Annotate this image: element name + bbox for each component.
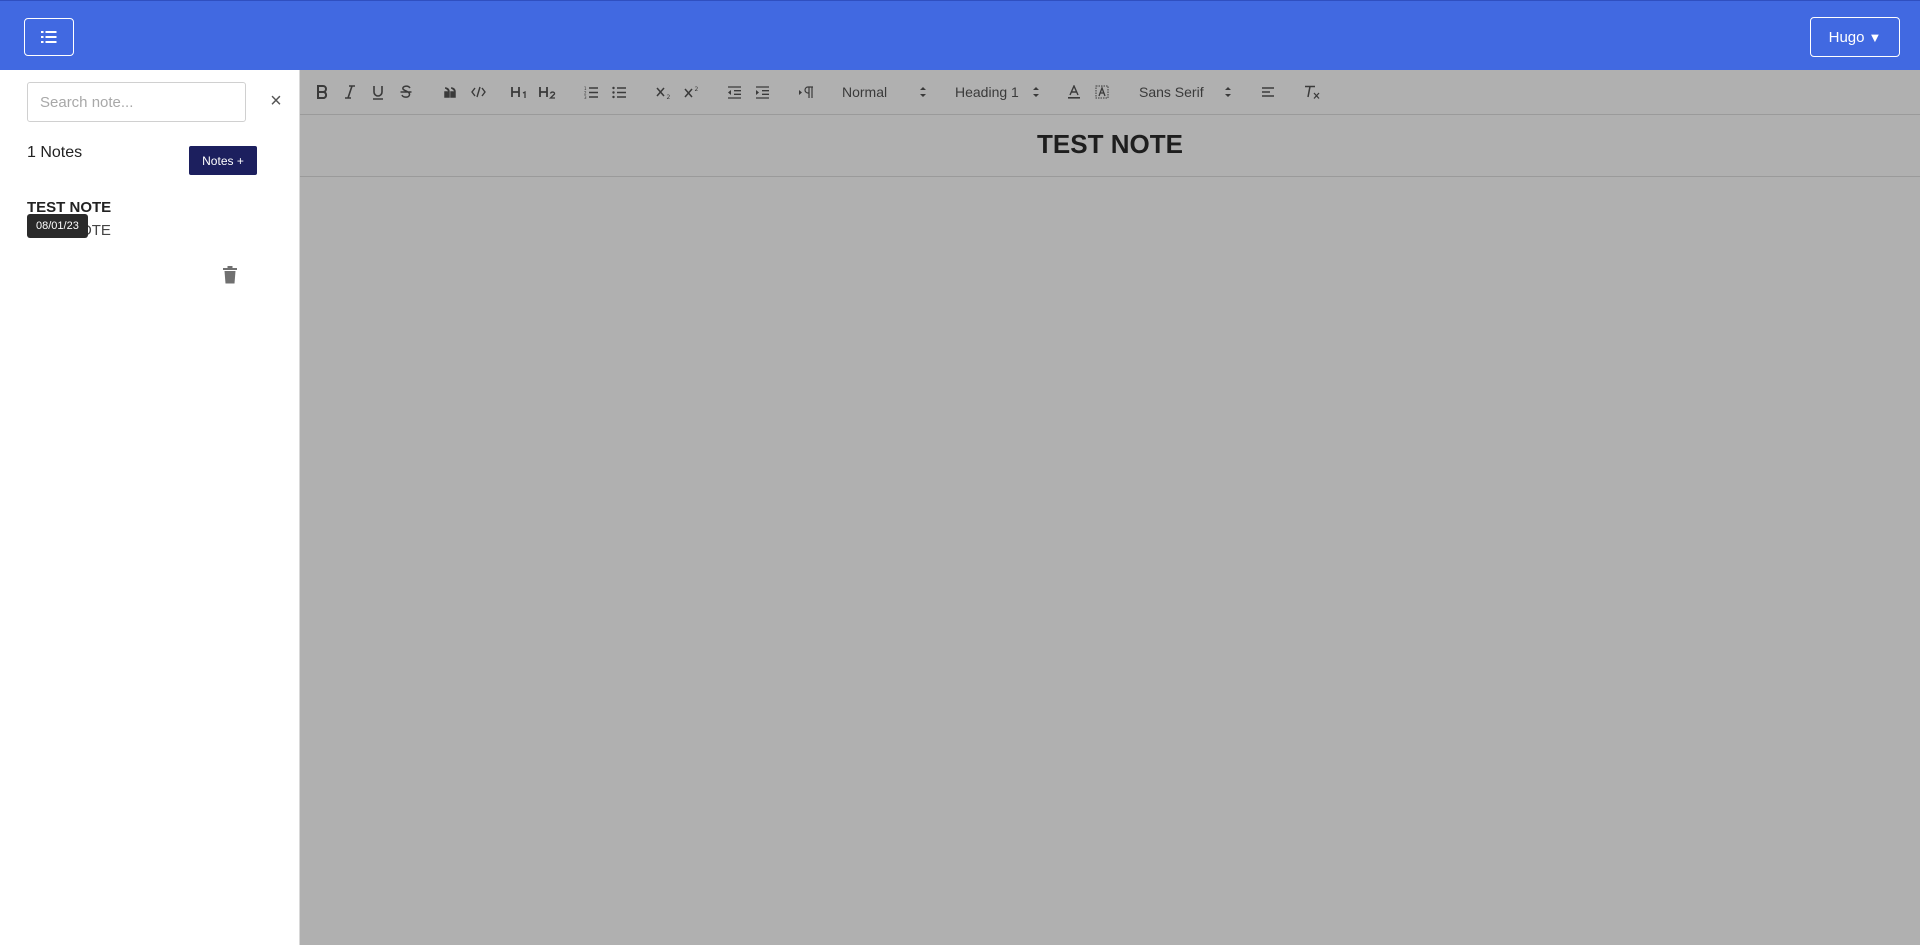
font-color-button[interactable]	[1066, 82, 1082, 102]
note-list-item[interactable]: TEST NOTE TEST NOTE	[0, 194, 299, 294]
list-icon	[41, 31, 57, 43]
notes-count: 1 Notes	[27, 144, 83, 161]
heading-1-button[interactable]	[511, 82, 529, 102]
superscript-icon: 2	[683, 86, 698, 98]
strikethrough-icon	[400, 85, 412, 98]
clear-format-button[interactable]	[1303, 82, 1321, 102]
indent-icon	[755, 85, 769, 99]
indent-button[interactable]	[754, 82, 770, 102]
font-family-select[interactable]: Sans Serif	[1139, 82, 1232, 102]
background-color-button[interactable]	[1094, 82, 1110, 102]
heading-2-button[interactable]	[539, 82, 557, 102]
select-arrows-icon	[1033, 87, 1039, 97]
font-color-icon	[1068, 85, 1080, 99]
font-family-value: Sans Serif	[1139, 84, 1204, 100]
svg-text:2: 2	[694, 86, 698, 93]
note-heading[interactable]: TEST NOTE	[300, 129, 1920, 160]
heading-2-icon	[539, 86, 556, 99]
bullet-list-icon	[611, 86, 626, 98]
caret-down-icon: ▼	[1868, 29, 1882, 45]
ordered-list-button[interactable]: 123	[583, 82, 599, 102]
notes-sidebar: × 1 Notes Notes + TEST NOTE TEST NOTE 08…	[0, 70, 300, 945]
underline-icon	[373, 85, 383, 100]
background-color-icon	[1095, 85, 1109, 99]
delete-note-button[interactable]	[222, 266, 240, 286]
font-size-value: Normal	[842, 84, 888, 100]
subscript-icon: 2	[655, 87, 670, 99]
strikethrough-button[interactable]	[398, 82, 414, 102]
new-note-button[interactable]: Notes +	[189, 146, 257, 175]
font-size-select[interactable]: Normal	[842, 82, 927, 102]
outdent-button[interactable]	[726, 82, 742, 102]
heading-select[interactable]: Heading 1	[955, 82, 1040, 102]
superscript-button[interactable]: 2	[683, 82, 701, 102]
blockquote-button[interactable]	[442, 82, 458, 102]
top-navbar: Hugo ▼	[0, 0, 1920, 70]
editor-toolbar: 123 2 2 Normal Heading 1 Sans Serif	[300, 70, 1920, 115]
clear-search-icon[interactable]: ×	[266, 90, 286, 112]
italic-icon	[345, 85, 355, 99]
heading-1-icon	[511, 86, 526, 98]
sidebar-toggle-button[interactable]	[24, 18, 74, 56]
select-arrows-icon	[1225, 87, 1231, 97]
align-icon	[1262, 87, 1274, 97]
underline-button[interactable]	[370, 82, 386, 102]
text-direction-icon	[798, 85, 813, 98]
editor-content[interactable]	[300, 177, 1920, 945]
note-title-row: TEST NOTE	[300, 115, 1920, 177]
user-name: Hugo	[1828, 28, 1865, 46]
svg-text:2: 2	[666, 94, 670, 99]
user-menu-button[interactable]: Hugo ▼	[1810, 17, 1900, 57]
italic-button[interactable]	[342, 82, 358, 102]
select-arrows-icon	[920, 87, 926, 97]
text-direction-button[interactable]	[797, 82, 815, 102]
bullet-list-button[interactable]	[611, 82, 627, 102]
blockquote-icon	[443, 86, 456, 98]
code-block-icon	[470, 86, 486, 98]
editor-area: 123 2 2 Normal Heading 1 Sans Serif TEST…	[300, 70, 1920, 945]
bold-icon	[317, 85, 328, 99]
note-date-badge: 08/01/23	[27, 214, 88, 238]
align-button[interactable]	[1260, 82, 1276, 102]
bold-button[interactable]	[314, 82, 330, 102]
outdent-icon	[727, 85, 741, 99]
code-block-button[interactable]	[470, 82, 486, 102]
heading-value: Heading 1	[955, 84, 1019, 100]
trash-icon	[223, 266, 237, 284]
clear-format-icon	[1305, 85, 1320, 99]
ordered-list-icon: 123	[584, 86, 598, 99]
subscript-button[interactable]: 2	[655, 82, 673, 102]
svg-text:3: 3	[584, 95, 587, 99]
search-input[interactable]	[27, 82, 246, 122]
